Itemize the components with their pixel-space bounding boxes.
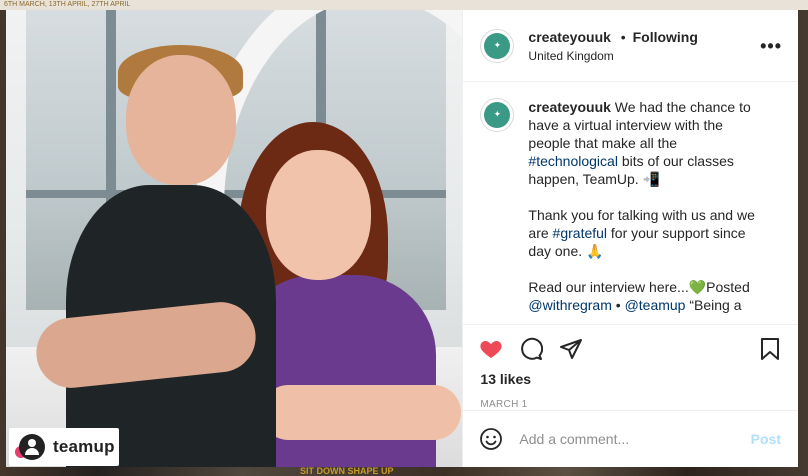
brand-logo-icon: ✦ (484, 32, 511, 59)
hashtag-link[interactable]: #grateful (553, 225, 607, 241)
comment-input[interactable]: Add a comment... (519, 431, 629, 447)
user-tag-icon (19, 434, 45, 460)
bookmark-icon[interactable] (758, 337, 782, 361)
emoji-icon[interactable] (479, 427, 503, 451)
background-bottom-text: SIT DOWN SHAPE UP (300, 466, 394, 476)
post-actions (463, 325, 798, 373)
user-tag-badge[interactable]: teamup (9, 428, 119, 466)
background-banner-text: 6TH MARCH, 13TH APRIL, 27TH APRIL (0, 0, 808, 10)
post-date[interactable]: MARCH 1 (463, 399, 798, 410)
caption-text: createyouuk We had the chance to have a … (528, 99, 755, 313)
post-side-panel: ✦ createyouuk • Following United Kingdom… (462, 10, 798, 467)
header-username[interactable]: createyouuk (528, 29, 610, 45)
comment-bar: Add a comment... Post (463, 410, 798, 467)
profile-avatar[interactable]: ✦ (480, 28, 515, 63)
post-photo[interactable]: teamup (6, 10, 463, 467)
heart-icon[interactable] (479, 337, 503, 361)
caption-username[interactable]: createyouuk (528, 99, 610, 115)
header-separator: • (620, 28, 626, 45)
mention-link[interactable]: @withregram (528, 297, 611, 313)
hashtag-link[interactable]: #technological (528, 153, 618, 169)
more-options-icon[interactable]: ••• (760, 36, 782, 57)
user-tag-label: teamup (53, 437, 115, 456)
share-icon[interactable] (559, 337, 583, 361)
post-modal: teamup ✦ createyouuk • Following United … (6, 10, 798, 467)
likes-count[interactable]: 13 likes (463, 371, 798, 387)
woman-face (266, 150, 371, 280)
comment-icon[interactable] (519, 337, 544, 361)
follow-status-button[interactable]: Following (633, 29, 698, 45)
man-face (126, 55, 236, 185)
post-comment-button[interactable]: Post (751, 431, 781, 447)
caption-area: ✦ createyouuk We had the chance to have … (463, 82, 798, 325)
mention-link[interactable]: @teamup (625, 297, 686, 313)
location-link[interactable]: United Kingdom (528, 49, 698, 63)
brand-logo-icon: ✦ (484, 102, 511, 128)
post-header: ✦ createyouuk • Following United Kingdom… (463, 10, 798, 82)
caption-avatar[interactable]: ✦ (480, 98, 515, 132)
